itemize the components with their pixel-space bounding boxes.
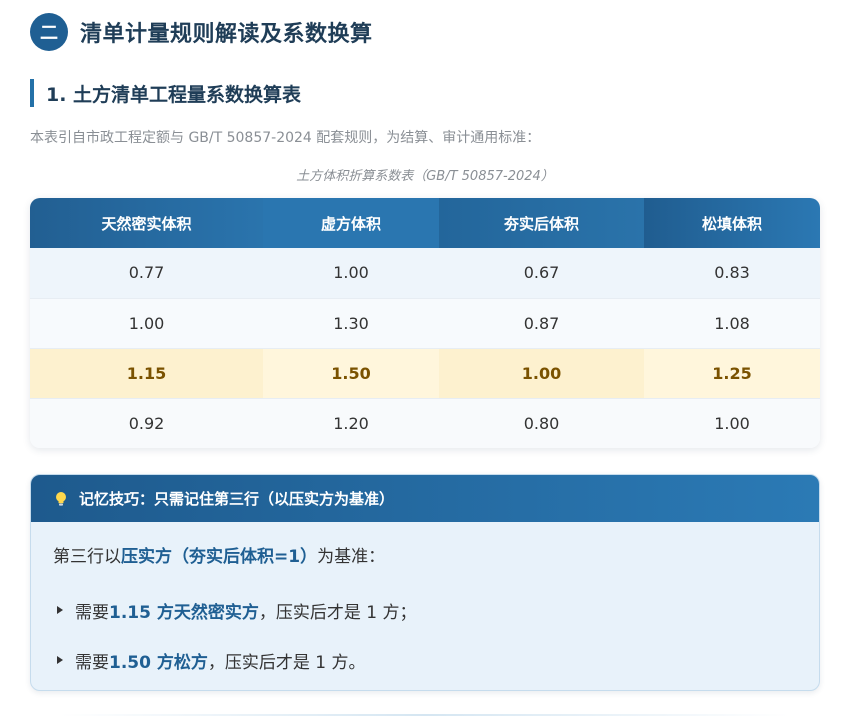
table-row: 0.92 1.20 0.80 1.00 [30,398,820,448]
table-row: 0.77 1.00 0.67 0.83 [30,248,820,299]
table-caption: 土方体积折算系数表（GB/T 50857-2024） [296,169,554,184]
tip-header: 记忆技巧：只需记住第三行（以压实方为基准） [31,475,819,522]
table-row-highlighted: 1.15 1.50 1.00 1.25 [30,348,820,399]
table-cell: 1.00 [30,298,263,349]
table-cell: 1.15 [30,348,263,399]
table-cell: 1.30 [263,298,439,349]
tip-list-item: 需要 1.50 方松方 ，压实后才是 1 方。 [57,647,797,673]
tip-intro-line: 第三行以压实方（夯实后体积=1）为基准： [53,544,797,570]
table-cell: 1.00 [644,398,820,448]
section-number-badge: 二 [30,13,68,51]
bullet-triangle-icon [57,656,63,664]
table-cell: 1.00 [263,248,439,299]
tip-intro-bold: 压实方（夯实后体积=1） [121,547,318,567]
column-header: 虚方体积 [263,198,439,248]
tip-item-suffix: ，压实后才是 1 方。 [207,652,366,673]
tip-item-bold: 1.50 方松方 [109,652,208,673]
divider [60,714,790,716]
coefficient-table: 天然密实体积 虚方体积 夯实后体积 松填体积 0.77 1.00 0.67 0.… [30,198,820,448]
tip-body: 第三行以压实方（夯实后体积=1）为基准： 需要 1.15 方天然密实方 ，压实后才… [31,522,819,673]
tip-item-prefix: 需要 [75,602,109,623]
table-cell: 0.67 [439,248,644,299]
table-cell: 1.08 [644,298,820,349]
table-cell: 1.50 [263,348,439,399]
column-header: 夯实后体积 [439,198,644,248]
tip-intro-prefix: 第三行以 [53,547,121,567]
table-cell: 1.25 [644,348,820,399]
table-cell: 0.92 [30,398,263,448]
tip-title: 记忆技巧：只需记住第三行（以压实方为基准） [79,490,395,508]
table-cell: 0.83 [644,248,820,299]
table-cell: 0.87 [439,298,644,349]
bullet-triangle-icon [57,606,63,614]
table-cell: 1.00 [439,348,644,399]
table-cell: 1.20 [263,398,439,448]
tip-intro-suffix: 为基准： [317,547,386,567]
table-cell: 0.77 [30,248,263,299]
section-header: 二 清单计量规则解读及系数换算 [30,13,373,51]
tip-item-bold: 1.15 方天然密实方 [109,602,259,623]
memory-tip-box: 记忆技巧：只需记住第三行（以压实方为基准） 第三行以压实方（夯实后体积=1）为基… [30,474,820,691]
tip-list-item: 需要 1.15 方天然密实方 ，压实后才是 1 方； [57,597,797,623]
subsection-title: 1. 土方清单工程量系数换算表 [30,79,301,107]
section-title: 清单计量规则解读及系数换算 [80,22,373,47]
table-cell: 0.80 [439,398,644,448]
tip-item-prefix: 需要 [75,652,109,673]
tip-item-suffix: ，压实后才是 1 方； [258,602,417,623]
column-header: 天然密实体积 [30,198,263,248]
page: 二 清单计量规则解读及系数换算 1. 土方清单工程量系数换算表 本表引自市政工程… [0,0,850,720]
lightbulb-icon [53,491,69,507]
intro-text: 本表引自市政工程定额与 GB/T 50857-2024 配套规则，为结算、审计通… [30,130,541,146]
table-row: 1.00 1.30 0.87 1.08 [30,298,820,349]
table-header-row: 天然密实体积 虚方体积 夯实后体积 松填体积 [30,198,820,248]
column-header: 松填体积 [644,198,820,248]
